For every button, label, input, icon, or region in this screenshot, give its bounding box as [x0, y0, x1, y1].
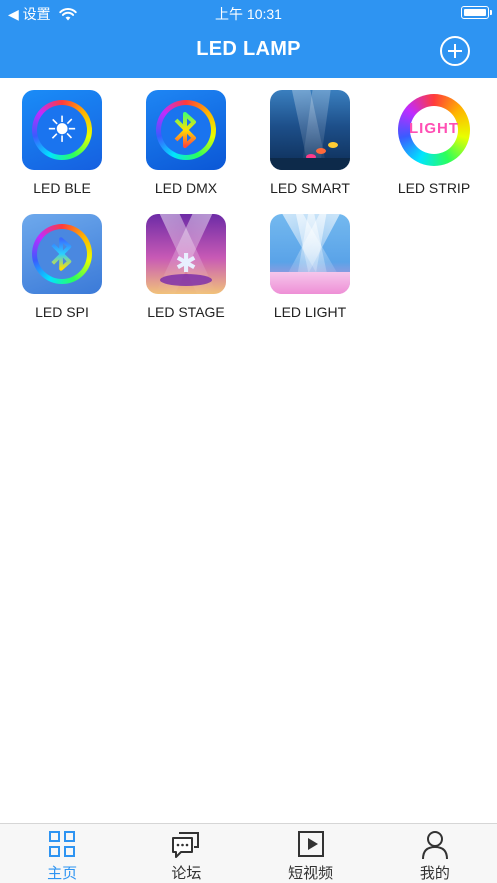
app-label: LED BLE [33, 180, 91, 196]
app-screen: ◀ 设置 上午 10:31 LED LAMP ☀ LED BLE LED DMX… [0, 0, 497, 883]
led-spi-app-icon [22, 214, 102, 294]
app-grid: ☀ LED BLE LED DMX LED SMART LIGHT LED ST… [0, 90, 497, 338]
battery-icon [461, 6, 492, 19]
led-smart-app-icon [270, 90, 350, 170]
led-dmx-app-icon [146, 90, 226, 170]
led-strip-icon-text: LIGHT [409, 120, 459, 137]
video-play-icon [295, 830, 327, 860]
tab-profile[interactable]: 我的 [373, 824, 497, 883]
app-tile-led-light[interactable]: LED LIGHT [248, 214, 372, 338]
profile-user-icon [421, 831, 448, 860]
home-grid-icon [46, 830, 78, 860]
tab-home-label: 主页 [47, 865, 78, 882]
led-ble-app-icon: ☀ [22, 90, 102, 170]
tab-bar: 主页 论坛 短视频 我的 [0, 823, 497, 883]
led-strip-app-icon: LIGHT [394, 90, 474, 170]
header: ◀ 设置 上午 10:31 LED LAMP [0, 0, 497, 78]
app-tile-led-dmx[interactable]: LED DMX [124, 90, 248, 214]
app-tile-led-strip[interactable]: LIGHT LED STRIP [372, 90, 496, 214]
app-label: LED STRIP [397, 180, 471, 196]
tab-forum[interactable]: 论坛 [124, 824, 248, 883]
forum-chat-icon [172, 832, 200, 858]
app-tile-led-smart[interactable]: LED SMART [248, 90, 372, 214]
led-light-app-icon [270, 214, 350, 294]
app-label: LED LIGHT [273, 304, 347, 320]
app-label: LED STAGE [147, 304, 225, 320]
nav-bar: LED LAMP [0, 26, 497, 78]
app-label: LED DMX [154, 180, 218, 196]
status-time: 上午 10:31 [215, 6, 282, 22]
page-title: LED LAMP [196, 38, 301, 60]
tab-short-video-label: 短视频 [288, 865, 334, 882]
tab-short-video[interactable]: 短视频 [249, 824, 373, 883]
app-tile-led-spi[interactable]: LED SPI [0, 214, 124, 338]
tab-home[interactable]: 主页 [0, 824, 124, 883]
led-stage-app-icon: ✱ [146, 214, 226, 294]
app-label: LED SPI [35, 304, 89, 320]
tab-forum-label: 论坛 [171, 865, 202, 882]
app-tile-led-ble[interactable]: ☀ LED BLE [0, 90, 124, 214]
tab-profile-label: 我的 [419, 865, 450, 882]
app-label: LED SMART [270, 180, 350, 196]
app-tile-led-stage[interactable]: ✱ LED STAGE [124, 214, 248, 338]
plus-circle-icon[interactable] [440, 36, 470, 66]
status-bar: ◀ 设置 上午 10:31 [0, 0, 497, 26]
